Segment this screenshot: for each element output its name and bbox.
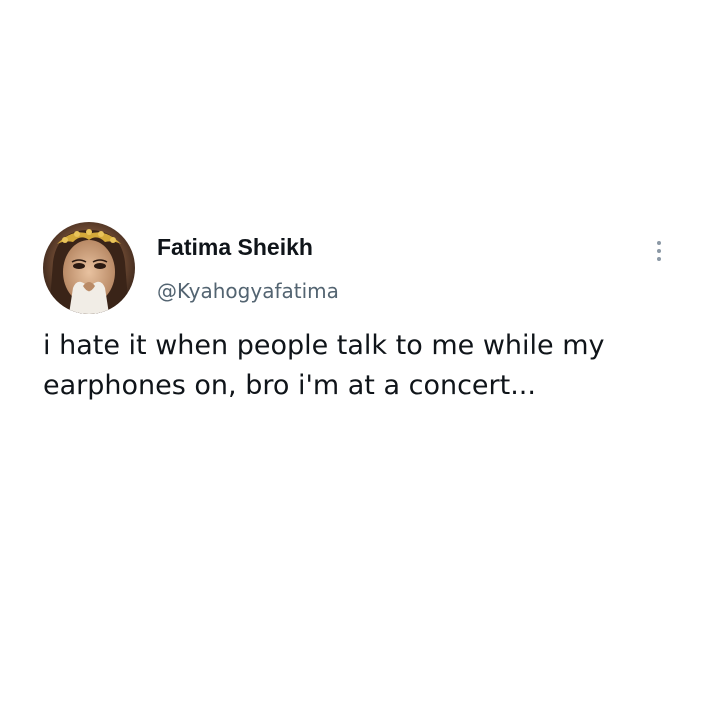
user-handle[interactable]: @Kyahogyafatima	[157, 279, 339, 303]
more-vertical-icon-dot-2	[657, 249, 661, 253]
avatar-image	[43, 222, 135, 314]
more-options-button[interactable]	[648, 236, 670, 266]
tweet-card: Fatima Sheikh @Kyahogyafatima i hate it …	[0, 0, 720, 720]
tweet-text: i hate it when people talk to me while m…	[43, 330, 605, 401]
display-name[interactable]: Fatima Sheikh	[157, 234, 313, 261]
more-vertical-icon-dot-3	[657, 257, 661, 261]
more-vertical-icon	[657, 241, 661, 245]
avatar[interactable]	[43, 222, 135, 314]
page: Fatima Sheikh @Kyahogyafatima i hate it …	[0, 0, 720, 720]
